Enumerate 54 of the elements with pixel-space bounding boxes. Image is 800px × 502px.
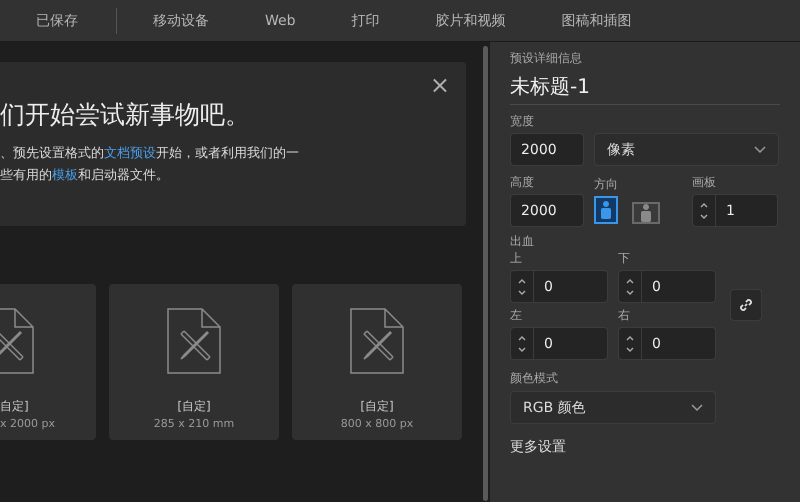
bleed-field[interactable]: 0 (510, 327, 608, 360)
person-icon (640, 204, 652, 222)
category-tab[interactable]: 打印 (352, 12, 380, 30)
preset-size: 285 x 210 mm (154, 417, 234, 430)
document-ruler-pencil-icon (167, 308, 221, 374)
category-tab[interactable]: 已保存 (36, 12, 78, 30)
orientation-label: 方向 (594, 176, 619, 193)
document-ruler-pencil-icon (350, 308, 404, 374)
document-title[interactable]: 未标题-1 (510, 67, 780, 105)
width-field[interactable]: 2000 (510, 133, 584, 166)
close-button[interactable]: × (424, 70, 456, 100)
bleed-field[interactable]: 0 (510, 270, 608, 303)
color-mode-dropdown[interactable]: RGB 颜色 (510, 391, 716, 424)
preset-card[interactable]: 自定] x 2000 px (0, 284, 96, 440)
preset-card[interactable]: [自定] 285 x 210 mm (109, 284, 279, 440)
portrait-button[interactable] (594, 196, 618, 224)
bleed-side-label: 下 (618, 250, 631, 267)
welcome-text: 些有用的模板和启动器文件。 (0, 167, 170, 185)
preset-size: x 2000 px (0, 417, 55, 430)
category-tab[interactable]: Web (265, 12, 296, 28)
landscape-button[interactable] (632, 202, 660, 224)
artboards-label: 画板 (692, 174, 717, 191)
chevron-down-icon (691, 404, 703, 412)
preset-card[interactable]: [自定] 800 x 800 px (292, 284, 462, 440)
preset-name: [自定] (177, 398, 211, 415)
width-label: 宽度 (510, 113, 535, 130)
link-button[interactable] (730, 289, 762, 321)
category-tab[interactable]: 移动设备 (153, 12, 209, 30)
category-tab[interactable]: 图稿和插图 (562, 12, 632, 30)
bleed-side-label: 右 (618, 307, 631, 324)
unit-dropdown[interactable]: 像素 (594, 133, 779, 166)
chevron-down-icon (754, 146, 766, 154)
preset-size: 800 x 800 px (340, 417, 414, 430)
bleed-field[interactable]: 0 (618, 270, 716, 303)
welcome-heading: 们开始尝试新事物吧。 (0, 99, 251, 131)
more-settings-link[interactable]: 更多设置 (510, 438, 566, 456)
bleed-label: 出血 (510, 233, 535, 250)
link-icon (738, 297, 754, 313)
bleed-side-label: 左 (510, 307, 523, 324)
height-label: 高度 (510, 174, 535, 191)
person-icon (600, 201, 612, 219)
preset-name: 自定] (0, 398, 29, 415)
text-link[interactable]: 模板 (52, 168, 78, 183)
bleed-side-label: 上 (510, 250, 523, 267)
color-mode-label: 颜色模式 (510, 370, 559, 387)
welcome-text: 、预先设置格式的文档预设开始，或者利用我们的一 (0, 145, 300, 163)
text-link[interactable]: 文档预设 (104, 146, 156, 161)
section-label: 预设详细信息 (510, 50, 583, 67)
category-tab[interactable]: 胶片和视频 (436, 12, 506, 30)
bleed-field[interactable]: 0 (618, 327, 716, 360)
preset-name: [自定] (360, 398, 394, 415)
artboards-field[interactable]: 1 (692, 194, 778, 227)
scrollbar-thumb[interactable] (482, 46, 488, 501)
height-field[interactable]: 2000 (510, 194, 584, 227)
